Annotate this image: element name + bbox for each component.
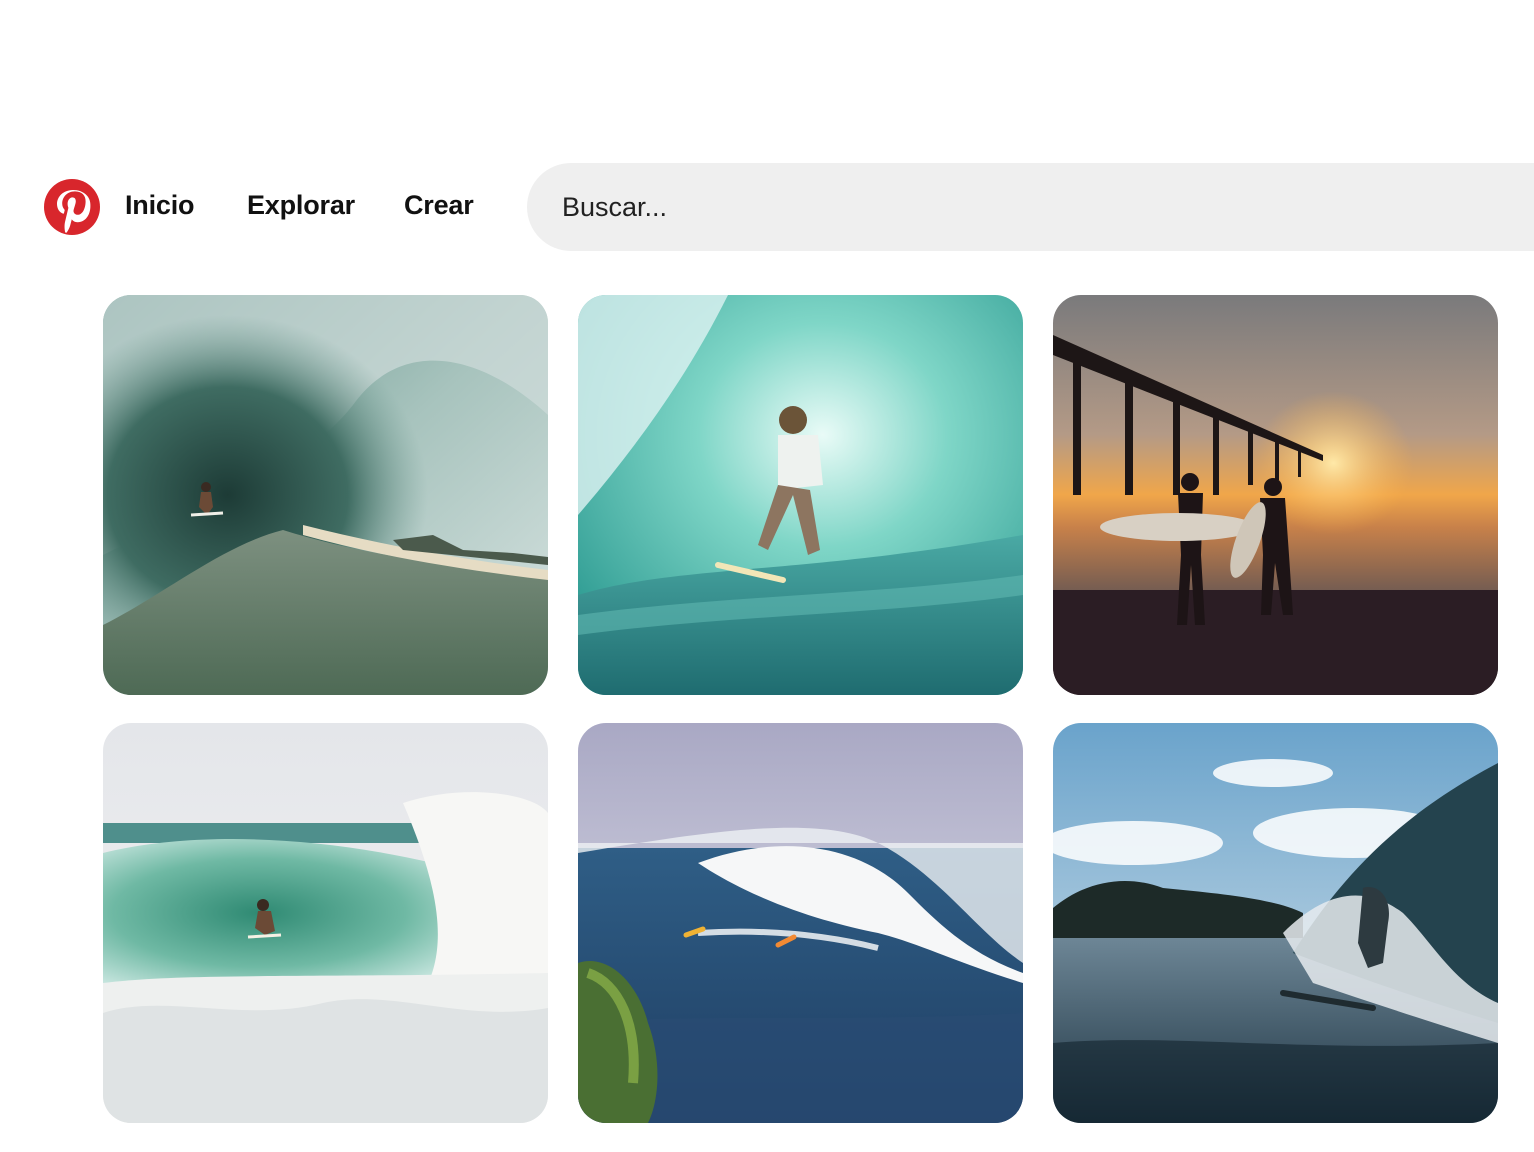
pinterest-logo-icon[interactable] [44,179,100,235]
pin-card[interactable] [1053,295,1498,695]
pin-image [1053,295,1498,695]
pin-image [103,723,548,1123]
pin-image [103,295,548,695]
pin-image [578,295,1023,695]
pin-image [1053,723,1498,1123]
pin-image [578,723,1023,1123]
pin-card[interactable] [578,295,1023,695]
nav-link-inicio[interactable]: Inicio [125,190,195,221]
nav-link-crear[interactable]: Crear [404,190,474,221]
search-bar[interactable] [527,163,1534,251]
pin-card[interactable] [1053,723,1498,1123]
pin-card[interactable] [103,295,548,695]
search-input[interactable] [562,185,1462,229]
pin-card[interactable] [103,723,548,1123]
top-navigation-bar: Inicio Explorar Crear [0,160,1534,252]
pin-card[interactable] [578,723,1023,1123]
nav-link-explorar[interactable]: Explorar [247,190,355,221]
